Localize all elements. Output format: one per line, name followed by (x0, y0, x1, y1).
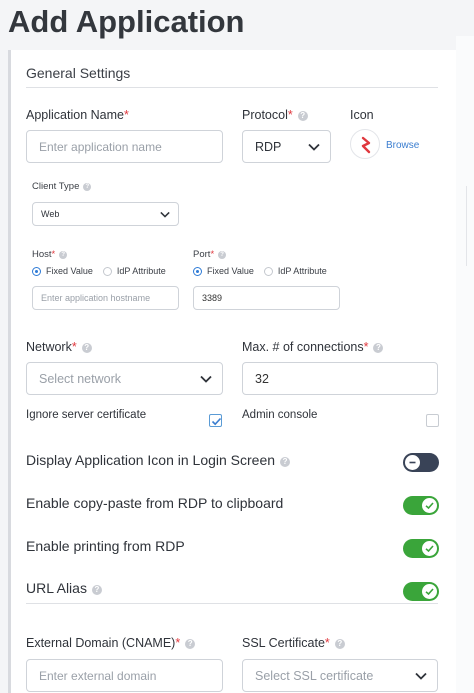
chevron-down-icon (160, 211, 170, 218)
app-logo-icon (350, 129, 380, 159)
help-icon[interactable]: ? (83, 183, 92, 191)
url-alias-label: URL Alias? (26, 580, 102, 596)
ssl-cert-select[interactable]: Select SSL certificate (242, 659, 438, 692)
printing-label: Enable printing from RDP (26, 538, 185, 554)
protocol-select[interactable]: RDP (242, 130, 331, 163)
port-fixed-radio[interactable] (193, 266, 202, 276)
help-icon[interactable]: ? (59, 251, 68, 259)
max-connections-label: Max. # of connections*? (242, 340, 384, 354)
help-icon[interactable]: ? (185, 639, 196, 649)
admin-console-checkbox[interactable] (426, 414, 439, 427)
check-icon (211, 417, 222, 426)
external-domain-input[interactable] (26, 659, 223, 692)
help-icon[interactable]: ? (81, 343, 92, 353)
copy-paste-label: Enable copy-paste from RDP to clipboard (26, 495, 284, 511)
chevron-down-icon (200, 375, 212, 383)
check-icon (425, 545, 434, 553)
check-icon (425, 502, 434, 510)
host-radio-group: Fixed Value IdP Attribute (32, 266, 166, 276)
help-icon[interactable]: ? (91, 585, 102, 595)
ssl-cert-label: SSL Certificate*? (242, 636, 345, 650)
client-type-select[interactable]: Web (32, 202, 179, 226)
url-alias-toggle[interactable] (403, 582, 439, 601)
app-name-label: Application Name* (26, 108, 129, 122)
help-icon[interactable]: ? (280, 457, 291, 467)
app-name-input[interactable] (26, 130, 223, 163)
host-input[interactable] (32, 286, 179, 310)
printing-toggle[interactable] (403, 539, 439, 558)
host-idp-radio[interactable] (102, 266, 112, 276)
display-icon-label: Display Application Icon in Login Screen… (26, 452, 291, 468)
help-icon[interactable]: ? (334, 639, 345, 649)
port-input[interactable] (193, 286, 340, 310)
section-title: General Settings (26, 65, 131, 81)
ignore-cert-label: Ignore server certificate (26, 409, 147, 421)
host-label: Host*? (32, 249, 68, 260)
right-panel-edge (456, 36, 474, 693)
port-label: Port*? (193, 249, 227, 260)
admin-console-label: Admin console (242, 409, 318, 421)
network-label: Network*? (26, 340, 92, 354)
ignore-cert-checkbox[interactable] (209, 414, 222, 427)
client-type-label: Client Type? (32, 181, 92, 192)
port-idp-radio[interactable] (263, 266, 273, 276)
icon-label: Icon (350, 108, 374, 122)
external-domain-label: External Domain (CNAME)*? (26, 636, 196, 650)
url-alias-divider (26, 603, 438, 604)
display-icon-toggle[interactable] (403, 453, 439, 472)
chevron-down-icon (308, 143, 320, 151)
help-icon[interactable]: ? (297, 111, 308, 121)
page-title: Add Application (8, 4, 245, 39)
minus-icon (409, 461, 416, 464)
host-fixed-radio[interactable] (32, 266, 41, 276)
copy-paste-toggle[interactable] (403, 496, 439, 515)
help-icon[interactable]: ? (373, 343, 384, 353)
max-connections-input[interactable] (242, 362, 438, 395)
protocol-label: Protocol*? (242, 108, 308, 122)
browse-link[interactable]: Browse (386, 140, 419, 151)
network-select[interactable]: Select network (26, 362, 223, 395)
port-radio-group: Fixed Value IdP Attribute (193, 266, 327, 276)
check-icon (425, 588, 434, 596)
chevron-down-icon (415, 672, 427, 680)
section-divider (26, 87, 438, 88)
help-icon[interactable]: ? (218, 251, 227, 259)
